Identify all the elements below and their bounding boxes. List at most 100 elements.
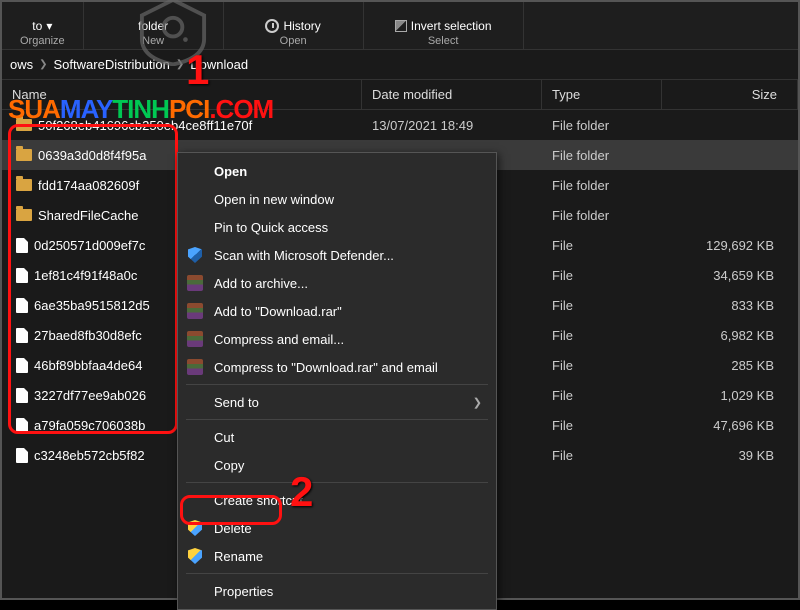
col-header-type[interactable]: Type: [542, 80, 662, 109]
chevron-right-icon: ❯: [176, 59, 184, 70]
file-type: File folder: [542, 208, 662, 223]
menu-item-open[interactable]: Open: [178, 157, 496, 185]
file-name: 6ae35ba9515812d5: [34, 298, 150, 313]
annotation-number-2: 2: [290, 468, 313, 516]
chevron-down-icon: ▾: [46, 19, 52, 33]
file-name: c3248eb572cb5f82: [34, 448, 145, 463]
file-type: File folder: [542, 148, 662, 163]
folder-icon: [16, 119, 32, 131]
file-icon: [16, 328, 28, 343]
menu-item-add-to-download-rar[interactable]: Add to "Download.rar": [178, 297, 496, 325]
history-icon: [265, 19, 279, 33]
col-header-name[interactable]: Name: [2, 80, 362, 109]
breadcrumb[interactable]: ows ❯ SoftwareDistribution ❯ Download: [2, 50, 798, 80]
col-header-date[interactable]: Date modified: [362, 80, 542, 109]
file-type: File folder: [542, 178, 662, 193]
menu-item-create-shortcut[interactable]: Create shortcut: [178, 486, 496, 514]
menu-item-pin-to-quick-access[interactable]: Pin to Quick access: [178, 213, 496, 241]
file-icon: [16, 268, 28, 283]
file-name: 50f268eb41696cb250eb4ce8ff11e70f: [38, 118, 252, 133]
ribbon-group-new: folder New: [84, 2, 224, 49]
uac-shield-icon: [188, 548, 202, 564]
file-row[interactable]: 50f268eb41696cb250eb4ce8ff11e70f 13/07/20…: [2, 110, 798, 140]
ribbon-label-organize: Organize: [20, 35, 65, 47]
menu-item-add-to-archive[interactable]: Add to archive...: [178, 269, 496, 297]
menu-item-label: Properties: [214, 584, 273, 599]
file-name: 0d250571d009ef7c: [34, 238, 145, 253]
menu-item-compress-and-email[interactable]: Compress and email...: [178, 325, 496, 353]
breadcrumb-seg-0[interactable]: ows: [10, 57, 33, 72]
file-size: 34,659 KB: [662, 268, 798, 283]
file-size: 285 KB: [662, 358, 798, 373]
menu-separator: [186, 573, 488, 574]
menu-item-cut[interactable]: Cut: [178, 423, 496, 451]
ribbon-item-history[interactable]: History: [265, 19, 320, 33]
file-type: File: [542, 298, 662, 313]
menu-item-label: Open: [214, 164, 247, 179]
ribbon-label-open: Open: [280, 35, 307, 47]
file-name: fdd174aa082609f: [38, 178, 139, 193]
col-header-size[interactable]: Size: [662, 80, 798, 109]
ribbon-label-new: New: [142, 35, 164, 47]
file-type: File: [542, 448, 662, 463]
ribbon: to ▾ Organize folder New History Open In…: [2, 2, 798, 50]
file-date: 13/07/2021 18:49: [362, 118, 542, 133]
menu-item-properties[interactable]: Properties: [178, 577, 496, 605]
folder-icon: [16, 179, 32, 191]
menu-item-label: Cut: [214, 430, 234, 445]
ribbon-group-organize: to ▾ Organize: [2, 2, 84, 49]
menu-item-send-to[interactable]: Send to❯: [178, 388, 496, 416]
menu-separator: [186, 419, 488, 420]
menu-item-label: Rename: [214, 549, 263, 564]
file-size: 6,982 KB: [662, 328, 798, 343]
invert-selection-icon: [395, 20, 407, 32]
menu-item-open-in-new-window[interactable]: Open in new window: [178, 185, 496, 213]
menu-separator: [186, 384, 488, 385]
winrar-icon: [187, 331, 203, 347]
uac-shield-icon: [188, 520, 202, 536]
menu-item-label: Delete: [214, 521, 252, 536]
file-name: 46bf89bbfaa4de64: [34, 358, 142, 373]
context-menu: Open Open in new window Pin to Quick acces…: [177, 152, 497, 610]
menu-item-label: Copy: [214, 458, 244, 473]
file-icon: [16, 298, 28, 313]
file-size: 129,692 KB: [662, 238, 798, 253]
file-name: 27baed8fb30d8efc: [34, 328, 142, 343]
menu-item-label: Add to archive...: [214, 276, 308, 291]
ribbon-item-folder[interactable]: folder: [138, 19, 168, 33]
file-size: 1,029 KB: [662, 388, 798, 403]
menu-item-label: Add to "Download.rar": [214, 304, 342, 319]
ribbon-item-to[interactable]: to ▾: [32, 19, 52, 33]
ribbon-item-invert[interactable]: Invert selection: [395, 19, 492, 33]
file-icon: [16, 388, 28, 403]
file-type: File: [542, 238, 662, 253]
menu-item-scan-with-microsoft-defender[interactable]: Scan with Microsoft Defender...: [178, 241, 496, 269]
menu-item-label: Open in new window: [214, 192, 334, 207]
file-type: File: [542, 358, 662, 373]
explorer-window: to ▾ Organize folder New History Open In…: [0, 0, 800, 600]
menu-item-delete[interactable]: Delete: [178, 514, 496, 542]
menu-item-rename[interactable]: Rename: [178, 542, 496, 570]
menu-item-label: Send to: [214, 395, 259, 410]
file-type: File: [542, 418, 662, 433]
menu-separator: [186, 482, 488, 483]
file-type: File: [542, 328, 662, 343]
winrar-icon: [187, 359, 203, 375]
menu-item-label: Pin to Quick access: [214, 220, 328, 235]
file-name: 1ef81c4f91f48a0c: [34, 268, 137, 283]
breadcrumb-seg-1[interactable]: SoftwareDistribution: [54, 57, 170, 72]
file-icon: [16, 238, 28, 253]
file-size: 39 KB: [662, 448, 798, 463]
file-size: 833 KB: [662, 298, 798, 313]
ribbon-group-select: Invert selection Select: [364, 2, 524, 49]
file-name: 3227df77ee9ab026: [34, 388, 146, 403]
file-name: a79fa059c706038b: [34, 418, 145, 433]
winrar-icon: [187, 275, 203, 291]
defender-shield-icon: [188, 247, 202, 263]
menu-item-label: Compress and email...: [214, 332, 344, 347]
file-name: 0639a3d0d8f4f95a: [38, 148, 146, 163]
menu-item-label: Compress to "Download.rar" and email: [214, 360, 438, 375]
folder-icon: [16, 149, 32, 161]
menu-item-copy[interactable]: Copy: [178, 451, 496, 479]
menu-item-compress-to-download-rar-and-email[interactable]: Compress to "Download.rar" and email: [178, 353, 496, 381]
